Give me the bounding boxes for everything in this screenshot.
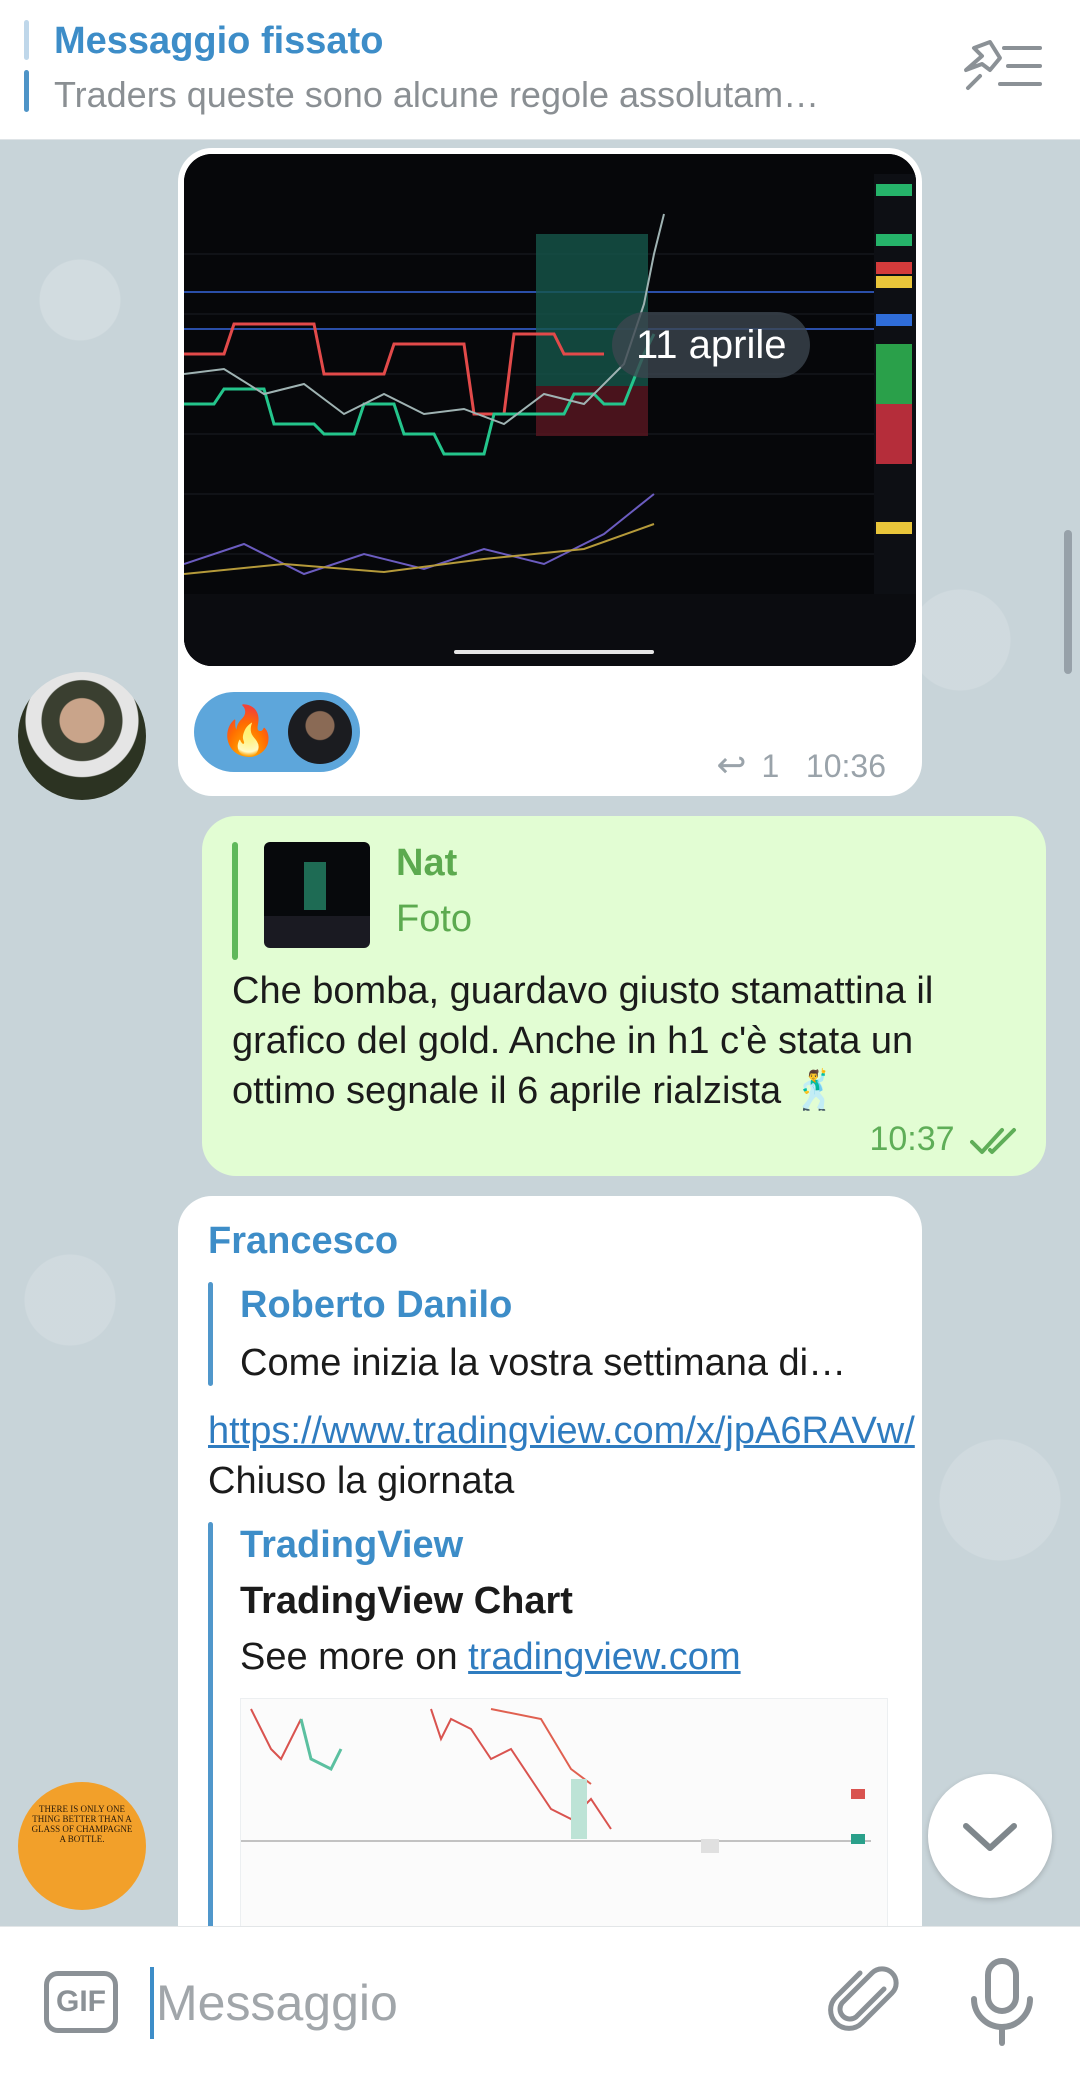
link-preview-site[interactable]: TradingView [240, 1524, 463, 1567]
trading-chart-screenshot[interactable] [184, 154, 916, 666]
photo-message[interactable]: 11 aprile 🔥 ↩ 1 10:36 [178, 148, 922, 796]
double-check-icon [970, 1128, 1016, 1155]
preview-chart-graphic [241, 1699, 887, 1927]
link-preview-title[interactable]: TradingView Chart [240, 1580, 573, 1623]
avatar-champagne-text: THERE IS ONLY ONE THING BETTER THAN A GL… [31, 1804, 133, 1844]
gif-button[interactable]: GIF [44, 1971, 118, 2033]
message-composer: GIF [0, 1926, 1080, 2076]
pinned-message-bar[interactable]: Messaggio fissato Traders queste sono al… [0, 0, 1080, 140]
chevron-down-icon [963, 1823, 1017, 1851]
pinned-title: Messaggio fissato [54, 20, 384, 62]
quote-type: Foto [396, 898, 473, 940]
reply-preview-text[interactable]: Come inizia la vostra settimana di… [240, 1342, 910, 1385]
pinned-indicator [24, 20, 29, 60]
reactor-avatar [288, 700, 352, 764]
outgoing-message[interactable]: Nat Foto Che bomba, guardavo giusto stam… [202, 816, 1046, 1176]
link-preview-image[interactable] [240, 1698, 888, 1928]
sender-name[interactable]: Francesco [208, 1220, 398, 1263]
message-meta: 10:37 [869, 1120, 1024, 1159]
fire-emoji: 🔥 [218, 705, 278, 758]
sender-avatar[interactable]: THERE IS ONLY ONE THING BETTER THAN A GL… [18, 1782, 146, 1910]
quote-bar [232, 842, 238, 960]
pinned-indicator-active [24, 70, 29, 112]
message-time: 10:37 [869, 1120, 955, 1158]
chart-thumbnail-graphic [184, 154, 916, 666]
quote-thumbnail[interactable] [264, 842, 370, 948]
message-input[interactable] [150, 1967, 790, 2039]
reply-author[interactable]: Roberto Danilo [240, 1284, 512, 1327]
scrollbar[interactable] [1064, 530, 1072, 674]
message-time: 10:36 [805, 748, 886, 784]
message-text: Che bomba, guardavo giusto stamattina il… [232, 970, 934, 1112]
pin-list-icon[interactable] [960, 36, 1044, 96]
microphone-icon[interactable] [962, 1955, 1042, 2047]
reaction-chip[interactable]: 🔥 [194, 692, 360, 772]
link-preview-desc: See more on tradingview.com [240, 1636, 741, 1679]
pinned-text: Traders queste sono alcune regole assolu… [54, 74, 820, 115]
message-text: https://www.tradingview.com/x/jpA6RAVw/ … [208, 1406, 915, 1506]
message-text-tail: Chiuso la giornata [208, 1460, 515, 1502]
reply-arrow-icon[interactable]: ↩ [716, 744, 746, 785]
reply-count[interactable]: 1 [761, 748, 779, 784]
link-preview-desc-prefix: See more on [240, 1636, 469, 1678]
message-meta: ↩ 1 10:36 [716, 744, 886, 786]
reply-bar [208, 1282, 213, 1386]
sender-avatar[interactable] [18, 672, 146, 800]
date-separator: 11 aprile [612, 312, 811, 378]
message-link[interactable]: https://www.tradingview.com/x/jpA6RAVw/ [208, 1410, 915, 1452]
quote-author[interactable]: Nat [396, 842, 457, 885]
link-preview-link[interactable]: tradingview.com [468, 1636, 740, 1678]
scroll-to-bottom-button[interactable] [928, 1774, 1052, 1898]
paperclip-icon[interactable] [826, 1961, 906, 2041]
